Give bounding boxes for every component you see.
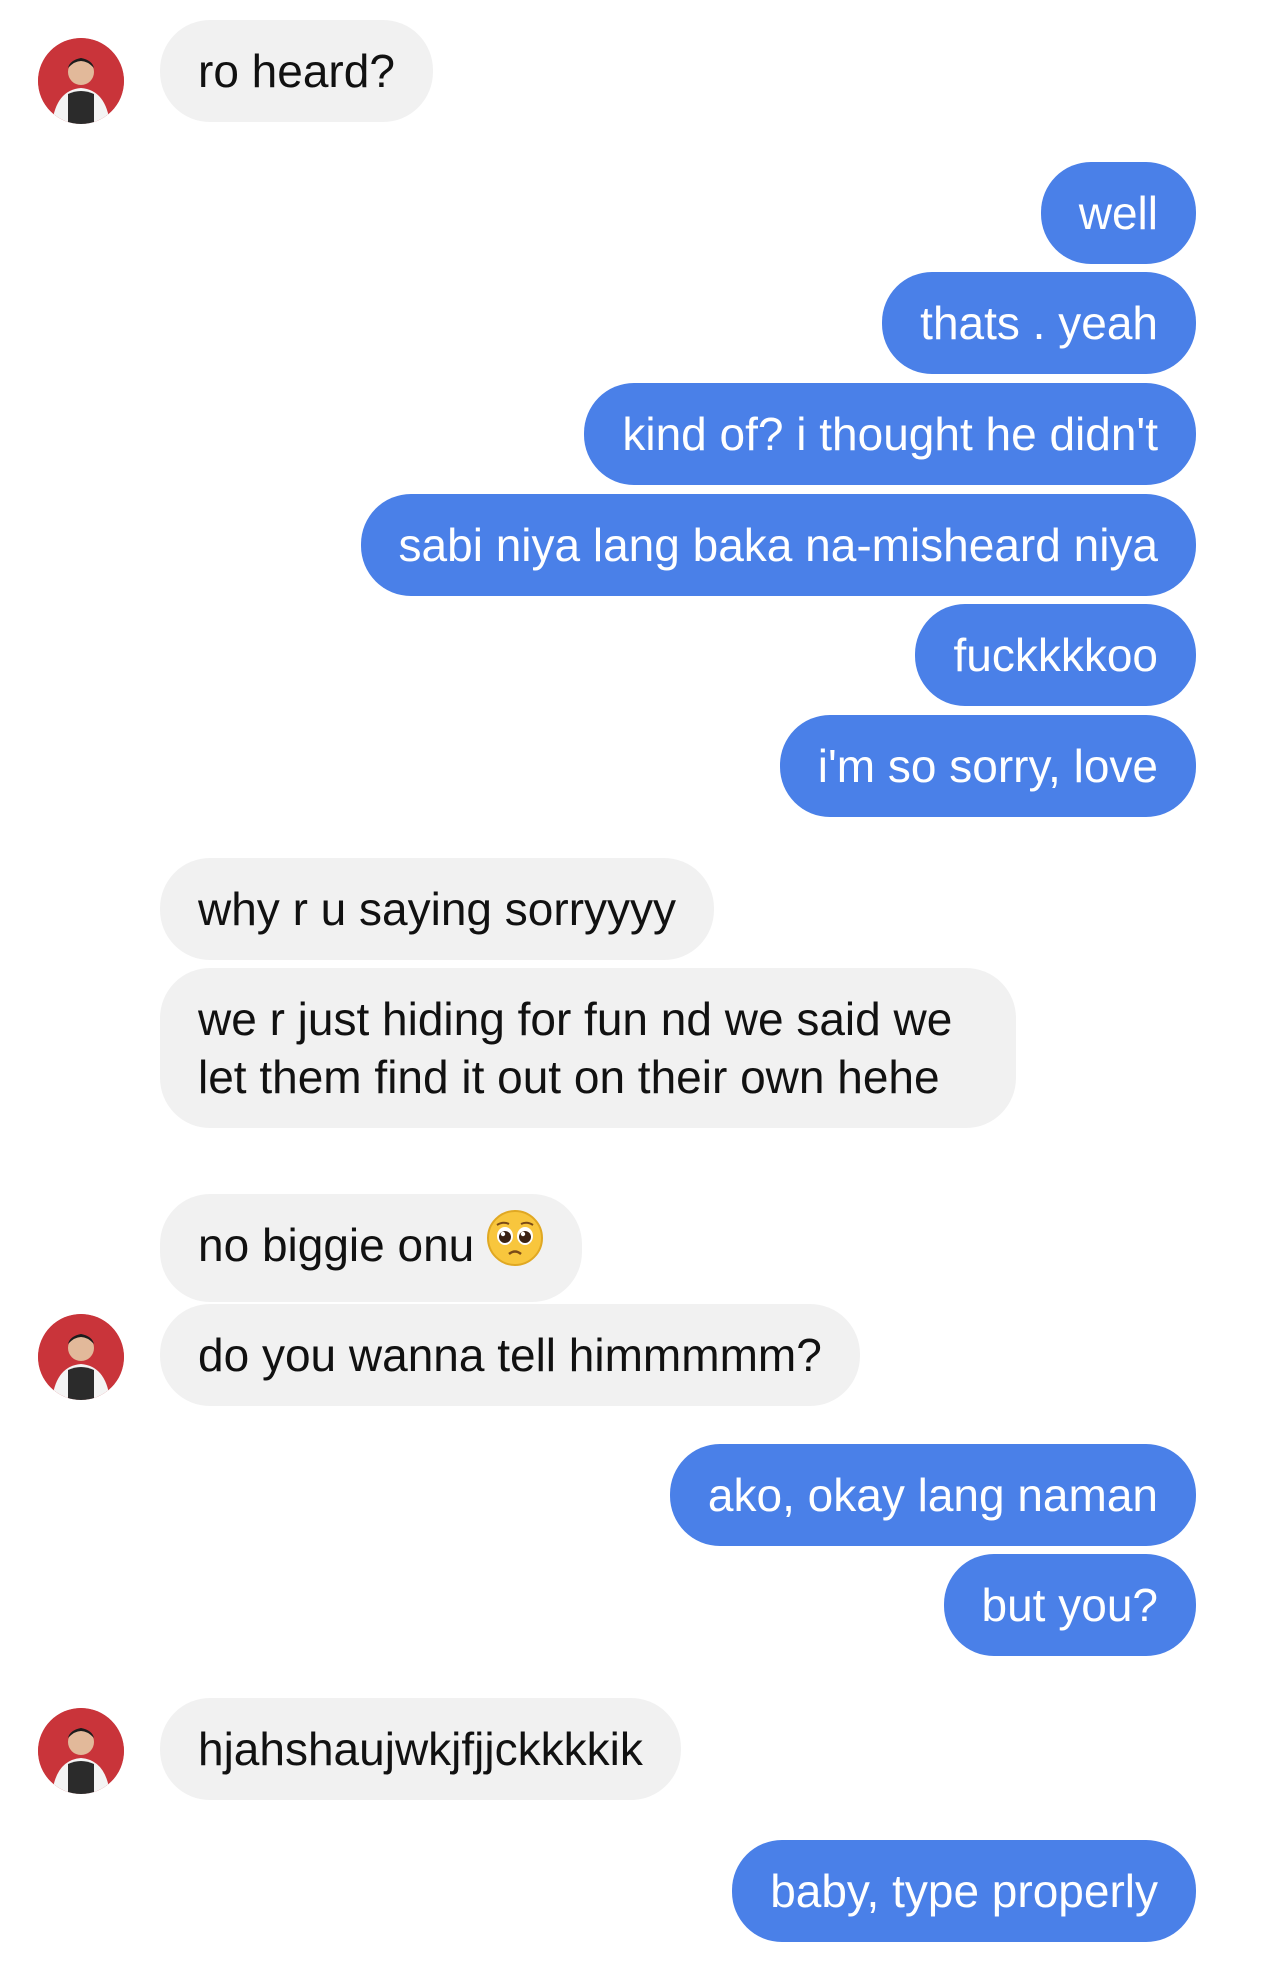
incoming-message[interactable]: do you wanna tell himmmmm?: [160, 1304, 860, 1406]
incoming-message[interactable]: why r u saying sorryyyy: [160, 858, 715, 960]
outgoing-message[interactable]: sabi niya lang baka na-misheard niya: [360, 494, 1196, 596]
person-avatar-icon: [38, 1314, 124, 1400]
outgoing-message[interactable]: fuckkkkoo: [915, 604, 1196, 706]
outgoing-message[interactable]: well: [1040, 162, 1196, 264]
outgoing-message[interactable]: ako, okay lang naman: [669, 1444, 1196, 1546]
outgoing-message[interactable]: i'm so sorry, love: [779, 715, 1196, 817]
incoming-message[interactable]: hjahshaujwkjfjjckkkkik: [160, 1698, 681, 1800]
contact-avatar[interactable]: [38, 1314, 124, 1400]
contact-avatar[interactable]: [38, 1708, 124, 1794]
outgoing-message[interactable]: thats . yeah: [882, 272, 1196, 374]
outgoing-message[interactable]: kind of? i thought he didn't: [584, 383, 1196, 485]
contact-avatar[interactable]: [38, 38, 124, 124]
person-avatar-icon: [38, 38, 124, 124]
incoming-message[interactable]: we r just hiding for fun nd we said we l…: [160, 968, 1016, 1128]
outgoing-message[interactable]: but you?: [943, 1554, 1196, 1656]
incoming-message[interactable]: ro heard?: [160, 20, 433, 122]
message-text: no biggie onu: [198, 1219, 475, 1271]
outgoing-message[interactable]: baby, type properly: [732, 1840, 1196, 1942]
pleading-face-icon: [486, 1209, 544, 1280]
person-avatar-icon: [38, 1708, 124, 1794]
incoming-message[interactable]: no biggie onu: [160, 1194, 583, 1303]
